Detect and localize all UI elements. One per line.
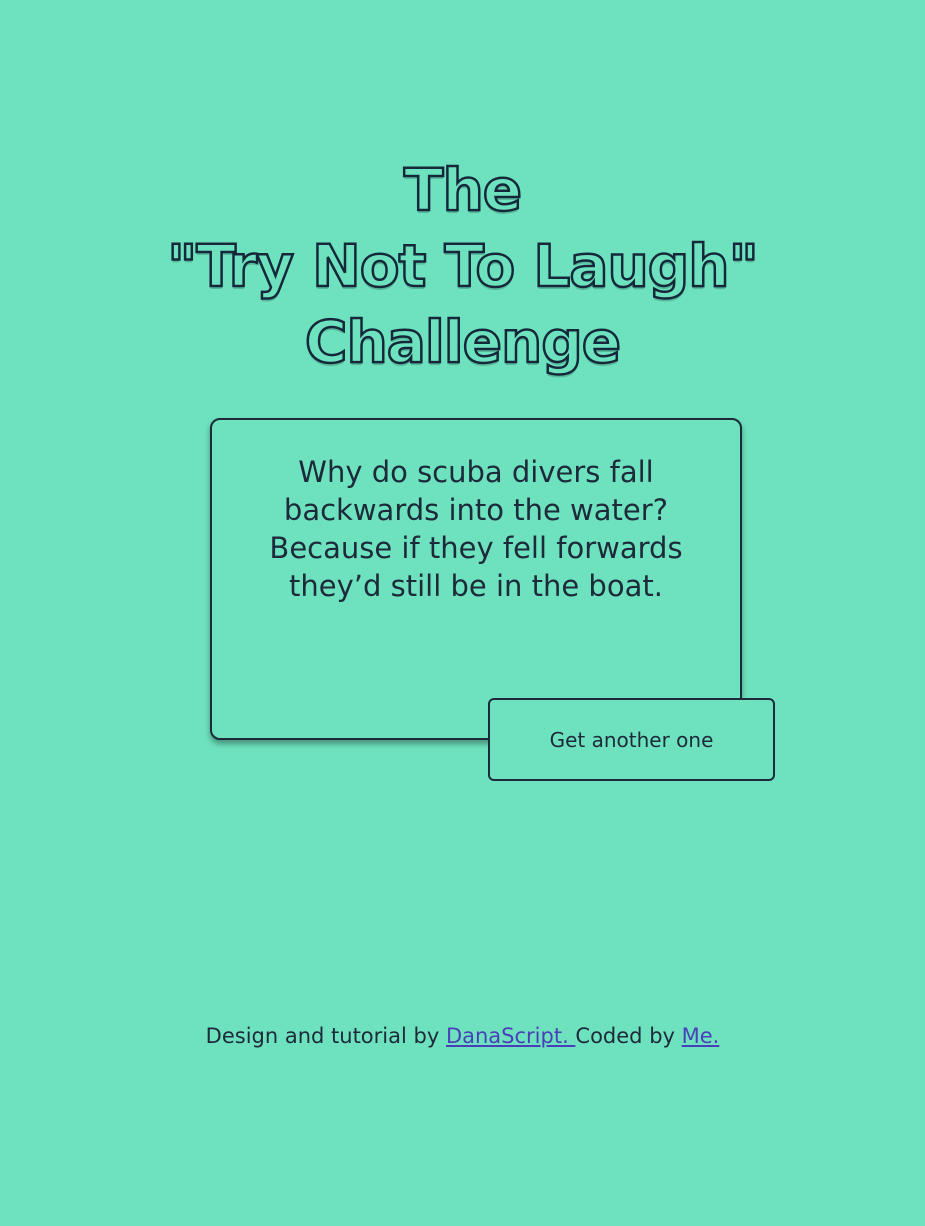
joke-card: Why do scuba divers fall backwards into …	[210, 418, 742, 740]
title-line-2: "Try Not To Laugh"	[166, 231, 760, 302]
footer: Design and tutorial by DanaScript. Coded…	[0, 1020, 925, 1052]
footer-design-credit: Design and tutorial by	[205, 1024, 446, 1048]
danascript-link[interactable]: DanaScript.	[446, 1024, 575, 1048]
title-line-3: Challenge	[304, 307, 623, 378]
title-line-1: The	[403, 155, 524, 226]
footer-coded-by: Coded by	[575, 1024, 682, 1048]
page-title: The "Try Not To Laugh" Challenge	[0, 152, 925, 380]
joke-text: Why do scuba divers fall backwards into …	[269, 455, 683, 603]
me-link[interactable]: Me.	[682, 1024, 720, 1048]
get-another-joke-button[interactable]: Get another one	[488, 698, 775, 781]
